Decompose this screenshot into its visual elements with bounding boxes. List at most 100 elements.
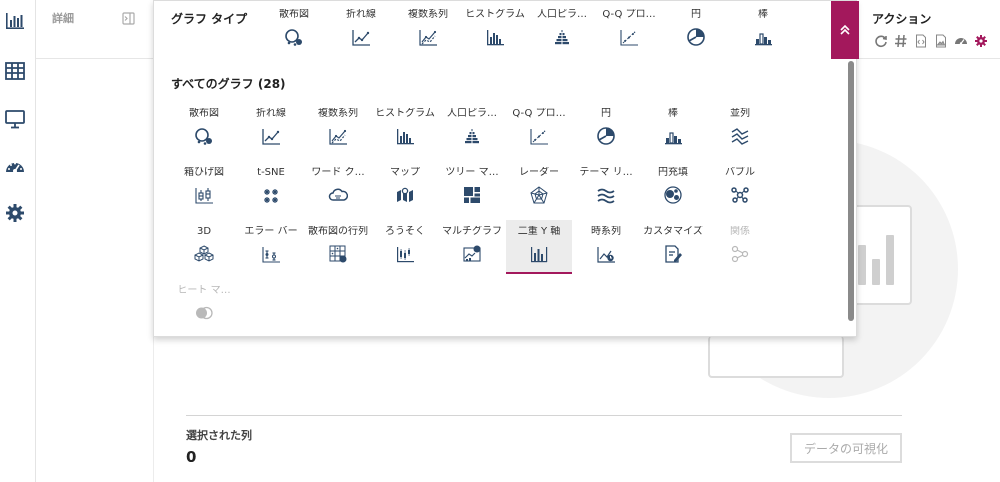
graph-type-quick-bar[interactable]: 棒 <box>730 1 796 51</box>
settings-icon[interactable] <box>4 202 26 224</box>
graph-type-quick-histogram[interactable]: ヒストグラム <box>462 1 528 51</box>
multi-chart-icon <box>462 244 482 264</box>
graph-type-scatter[interactable]: 散布図 <box>171 102 237 156</box>
visualize-data-button[interactable]: データの可視化 <box>790 433 902 463</box>
graph-type-label: 散布図 <box>189 108 219 119</box>
graph-type-label: 折れ線 <box>256 108 286 119</box>
graph-type-label: カスタマイズ <box>643 226 703 237</box>
graph-type-boxplot[interactable]: 箱ひげ図 <box>171 161 237 215</box>
graph-type-radar[interactable]: レーダー <box>506 161 572 215</box>
refresh-icon[interactable] <box>874 34 888 48</box>
graph-type-error-bar[interactable]: エラー バー <box>238 220 304 274</box>
graph-type-quick-multi-series[interactable]: 複数系列 <box>395 1 461 51</box>
collapse-button[interactable] <box>831 1 859 59</box>
graph-type-label: 円 <box>601 108 611 119</box>
graph-type-bar[interactable]: 棒 <box>640 102 706 156</box>
graph-type-label: レーダー <box>519 167 559 178</box>
graph-type-label: 並列 <box>730 108 750 119</box>
graph-type-bubble[interactable]: バブル <box>707 161 773 215</box>
graph-type-relationship: 関係 <box>707 220 773 274</box>
map-icon <box>395 185 415 205</box>
graph-type-label: ヒート マ… <box>177 285 231 296</box>
graph-type-treemap[interactable]: ツリー マ… <box>439 161 505 215</box>
graph-type-cubes-3d[interactable]: 3D <box>171 220 237 274</box>
hash-icon[interactable] <box>894 34 908 48</box>
graph-type-tsne[interactable]: t-SNE <box>238 161 304 215</box>
graph-type-label: 二重 Y 軸 <box>517 226 561 237</box>
word-cloud-icon <box>328 185 348 205</box>
graph-type-time-series[interactable]: 時系列 <box>573 220 639 274</box>
graph-type-label: 3D <box>196 226 212 237</box>
graph-type-scatter-matrix[interactable]: 散布図の行列 <box>305 220 371 274</box>
graph-type-customize[interactable]: カスタマイズ <box>640 220 706 274</box>
graph-type-dual-y-axis[interactable]: 二重 Y 軸 <box>506 220 572 274</box>
graph-type-label: 円 <box>691 9 701 20</box>
graph-type-line[interactable]: 折れ線 <box>238 102 304 156</box>
all-graphs-heading: すべてのグラフ (28) <box>171 77 286 91</box>
graph-type-label: グラフ タイプ <box>171 12 248 26</box>
customize-icon <box>663 244 683 264</box>
graph-type-parallel[interactable]: 並列 <box>707 102 773 156</box>
pyramid-icon <box>552 27 572 47</box>
pie-icon <box>686 27 706 47</box>
graph-type-label: 時系列 <box>591 226 621 237</box>
graph-type-circle-packing[interactable]: 円充填 <box>640 161 706 215</box>
selection-divider <box>186 415 902 416</box>
graph-type-candlestick[interactable]: ろうそく <box>372 220 438 274</box>
graph-type-histogram[interactable]: ヒストグラム <box>372 102 438 156</box>
graph-type-label: ヒストグラム <box>375 108 435 119</box>
graph-type-label: ヒストグラム <box>465 9 525 20</box>
graph-type-label: マルチグラフ <box>442 226 502 237</box>
panel-scrollbar[interactable] <box>848 61 854 321</box>
scatter-matrix-icon <box>328 244 348 264</box>
table-icon[interactable] <box>4 60 26 82</box>
relationship-icon <box>730 244 750 264</box>
tsne-icon <box>261 185 281 205</box>
collapse-panel-icon[interactable] <box>122 10 135 25</box>
graph-type-label: 棒 <box>758 9 768 20</box>
graph-type-quick-scatter[interactable]: 散布図 <box>261 1 327 51</box>
graph-type-pie[interactable]: 円 <box>573 102 639 156</box>
scatter-icon <box>284 27 304 47</box>
dashboard-icon[interactable] <box>4 156 26 178</box>
chart-type-panel: グラフ タイプ 散布図 折れ線 複数系列 ヒストグラム 人口ピラ… Q-Q プロ… 円棒 す… <box>153 0 859 337</box>
actions-title: アクション <box>872 12 932 26</box>
radar-icon <box>529 185 549 205</box>
graph-type-label: エラー バー <box>244 226 298 237</box>
bar-icon <box>753 27 773 47</box>
histogram-icon <box>485 27 505 47</box>
left-nav <box>0 0 36 482</box>
graph-type-qq-plot[interactable]: Q-Q プロ… <box>506 102 572 156</box>
graph-type-label: 散布図 <box>279 9 309 20</box>
graph-type-map[interactable]: マップ <box>372 161 438 215</box>
graph-type-quick-line[interactable]: 折れ線 <box>328 1 394 51</box>
chart-icon[interactable] <box>4 10 26 32</box>
graph-type-quick-pyramid[interactable]: 人口ピラ… <box>529 1 595 51</box>
graph-type-label: マップ <box>390 167 420 178</box>
graph-type-theme-river[interactable]: テーマ リ… <box>573 161 639 215</box>
graph-type-label: 複数系列 <box>318 108 358 119</box>
qq-plot-icon <box>619 27 639 47</box>
app-root: 詳細 選択された列 0 データの可視化 アクション グラフ タイプ 散布図 折れ線… <box>0 0 1000 482</box>
code-file-icon[interactable] <box>914 34 928 48</box>
image-file-icon[interactable] <box>934 34 948 48</box>
graph-type-label: 折れ線 <box>346 9 376 20</box>
dashboard-icon[interactable] <box>954 34 968 48</box>
monitor-icon[interactable] <box>4 108 26 130</box>
graph-type-word-cloud[interactable]: ワード ク… <box>305 161 371 215</box>
graph-type-label: 複数系列 <box>408 9 448 20</box>
graph-type-multi-series[interactable]: 複数系列 <box>305 102 371 156</box>
settings-icon[interactable] <box>974 34 988 48</box>
candlestick-icon <box>395 244 415 264</box>
graph-type-label: バブル <box>725 167 755 178</box>
bubble-icon <box>730 185 750 205</box>
graph-type-quick-qq-plot[interactable]: Q-Q プロ… <box>596 1 662 51</box>
graph-type-quick-pie[interactable]: 円 <box>663 1 729 51</box>
details-label: 詳細 <box>52 12 74 25</box>
chevron-double-up-icon <box>840 24 850 35</box>
graph-type-multi-chart[interactable]: マルチグラフ <box>439 220 505 274</box>
parallel-icon <box>730 126 750 146</box>
graph-type-pyramid[interactable]: 人口ピラ… <box>439 102 505 156</box>
multi-series-icon <box>328 126 348 146</box>
graph-type-label: 散布図の行列 <box>308 226 368 237</box>
